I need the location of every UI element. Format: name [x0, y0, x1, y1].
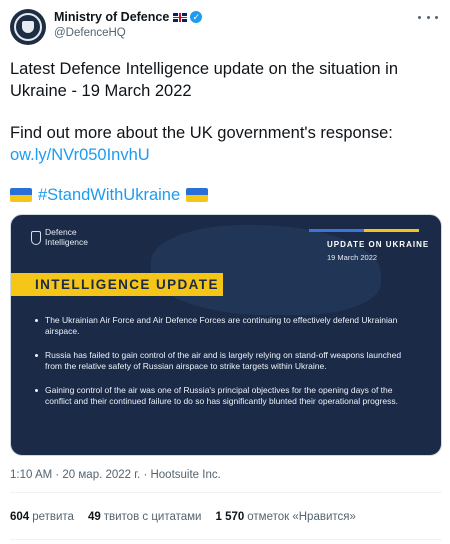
- defence-intelligence-crest-icon: [31, 231, 41, 245]
- more-options-icon[interactable]: [418, 10, 438, 24]
- verified-badge-icon: ✓: [190, 11, 203, 23]
- likes-label: отметок «Нравится»: [247, 511, 356, 523]
- quotes-count: 49: [87, 511, 101, 523]
- quotes-label: твитов с цитатами: [103, 511, 202, 523]
- retweets-count: 604: [10, 511, 30, 523]
- author-block: Ministry of Defence ✓ @DefenceHQ: [54, 9, 203, 39]
- mod-crest-icon: [14, 13, 42, 41]
- tweet: Ministry of Defence ✓ @DefenceHQ Latest …: [0, 0, 450, 544]
- update-title: UPDATE ON UKRAINE: [327, 240, 430, 249]
- author-avatar[interactable]: [10, 9, 46, 45]
- divider: [10, 539, 442, 540]
- likes-stat[interactable]: 1 570 отметок «Нравится»: [215, 511, 355, 523]
- likes-count: 1 570: [215, 511, 245, 523]
- engagement-stats: 604 ретвита 49 твитов с цитатами 1 570 отме…: [10, 511, 370, 523]
- ukraine-map-graphic: [151, 225, 381, 315]
- intelligence-update-banner: INTELLIGENCE UPDATE: [11, 273, 223, 296]
- update-bullet-list: The Ukrainian Air Force and Air Defence …: [35, 315, 415, 420]
- ukraine-flag-icon: [10, 188, 32, 202]
- media-image[interactable]: Defence Intelligence UPDATE ON UKRAINE 1…: [10, 214, 442, 456]
- tweet-timestamp[interactable]: 1:10 AM · 20 мар. 2022 г. · Hootsuite In…: [10, 469, 221, 481]
- update-bullet: The Ukrainian Air Force and Air Defence …: [35, 315, 415, 337]
- ukraine-color-bar: [309, 229, 419, 232]
- hashtag-link[interactable]: #StandWithUkraine: [38, 184, 180, 206]
- author-name-row: Ministry of Defence ✓: [54, 9, 203, 25]
- tweet-text-line1: Latest Defence Intelligence update on th…: [10, 60, 399, 100]
- update-bullet: Russia has failed to gain control of the…: [35, 350, 415, 372]
- divider: [10, 492, 442, 493]
- author-name[interactable]: Ministry of Defence: [54, 10, 169, 24]
- tweet-link[interactable]: ow.ly/NVr050InvhU: [10, 144, 442, 166]
- hashtag-row: #StandWithUkraine: [10, 184, 442, 206]
- update-bullet: Gaining control of the air was one of Ru…: [35, 385, 415, 407]
- update-date: 19 March 2022: [327, 253, 378, 262]
- tweet-text-block2: Find out more about the UK government's …: [10, 122, 442, 166]
- author-handle[interactable]: @DefenceHQ: [54, 27, 202, 39]
- retweets-label: ретвита: [32, 511, 74, 523]
- uk-flag-icon: [173, 12, 188, 22]
- defence-intelligence-logo: Defence Intelligence: [45, 227, 89, 247]
- quotes-stat[interactable]: 49 твитов с цитатами: [88, 511, 202, 523]
- ukraine-flag-icon: [186, 188, 209, 202]
- retweets-stat[interactable]: 604 ретвита: [10, 511, 74, 523]
- tweet-text-line2: Find out more about the UK government's …: [10, 124, 393, 142]
